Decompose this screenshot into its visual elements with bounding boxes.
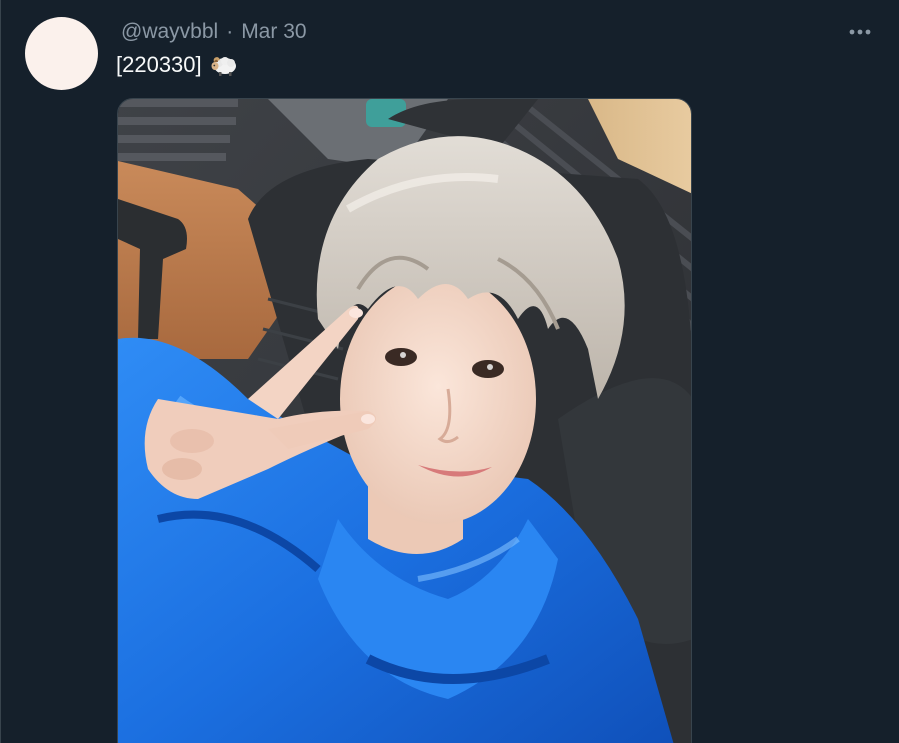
tweet-text: [220330] bbox=[116, 52, 238, 78]
avatar[interactable] bbox=[25, 17, 98, 90]
more-button[interactable] bbox=[847, 20, 873, 44]
tweet[interactable]: @wayvbbl · Mar 30 [220330] bbox=[0, 0, 899, 743]
ram-emoji-icon bbox=[210, 53, 238, 77]
tweet-media[interactable] bbox=[117, 98, 692, 743]
tweet-text-content: [220330] bbox=[116, 52, 202, 77]
user-handle[interactable]: @wayvbbl bbox=[121, 20, 218, 44]
tweet-header: @wayvbbl · Mar 30 bbox=[121, 20, 307, 44]
selfie-photo bbox=[118, 99, 691, 743]
more-horizontal-icon bbox=[849, 29, 871, 35]
tweet-date[interactable]: Mar 30 bbox=[241, 20, 306, 44]
separator-dot: · bbox=[226, 20, 234, 43]
